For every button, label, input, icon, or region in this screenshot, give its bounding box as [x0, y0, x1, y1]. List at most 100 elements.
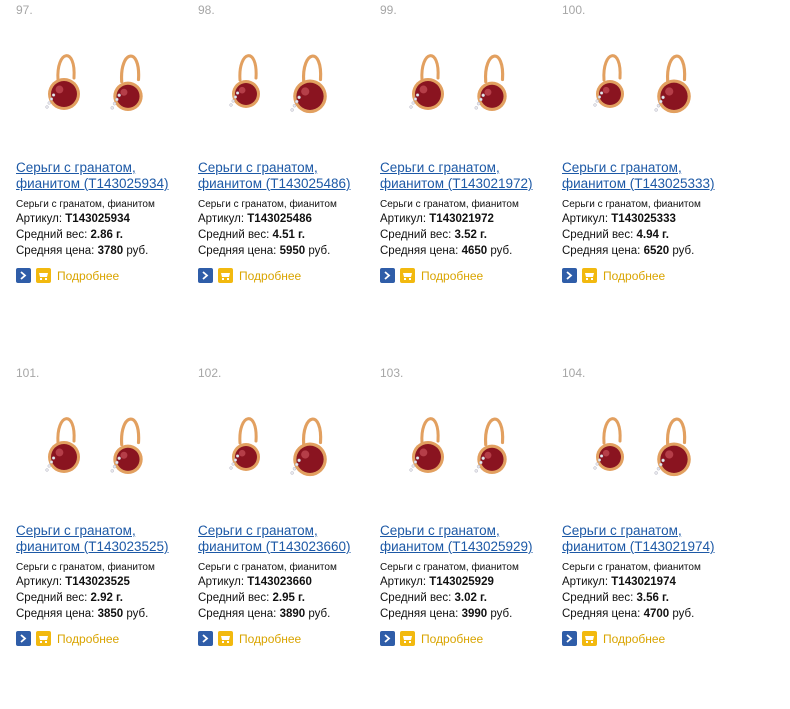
- weight-value: 2.86 г.: [90, 229, 123, 241]
- product-number: 101.: [16, 366, 40, 380]
- price-unit: руб.: [308, 608, 331, 620]
- weight-value: 3.52 г.: [454, 229, 487, 241]
- price-value: 6520: [643, 245, 670, 257]
- article-row: Артикул: Т143021974: [562, 574, 744, 590]
- more-link[interactable]: Подробнее: [239, 632, 301, 646]
- product-actions: Подробнее: [562, 631, 744, 646]
- product-actions: Подробнее: [198, 631, 380, 646]
- cart-icon[interactable]: [218, 268, 233, 283]
- product-actions: Подробнее: [16, 268, 198, 283]
- product-number: 98.: [198, 3, 215, 17]
- weight-label: Средний вес:: [16, 229, 88, 241]
- price-label: Средняя цена:: [198, 608, 277, 620]
- product-number: 104.: [562, 366, 586, 380]
- article-value: Т143023525: [65, 576, 130, 588]
- earring-photo: [229, 54, 327, 114]
- product-actions: Подробнее: [562, 268, 744, 283]
- weight-row: Средний вес: 2.92 г.: [16, 590, 198, 606]
- arrow-right-icon[interactable]: [562, 268, 577, 283]
- price-value: 4700: [643, 608, 670, 620]
- product-grid: 97. Серьги с гранатом, фианитом (Т143025…: [16, 3, 744, 709]
- earring-photo: [593, 417, 691, 477]
- product-photo[interactable]: [198, 381, 358, 521]
- product-subtitle: Серьги с гранатом, фианитом: [562, 199, 701, 210]
- product-photo[interactable]: [562, 18, 722, 158]
- product-card: 98. Серьги с гранатом, фианитом (Т143025…: [198, 3, 380, 366]
- price-row: Средняя цена: 5950 руб.: [198, 243, 380, 259]
- cart-icon[interactable]: [582, 268, 597, 283]
- weight-row: Средний вес: 3.52 г.: [380, 227, 562, 243]
- more-link[interactable]: Подробнее: [57, 269, 119, 283]
- arrow-right-icon[interactable]: [16, 631, 31, 646]
- weight-value: 3.02 г.: [454, 592, 487, 604]
- weight-value: 4.51 г.: [272, 229, 305, 241]
- product-photo[interactable]: [562, 381, 722, 521]
- more-link[interactable]: Подробнее: [603, 269, 665, 283]
- price-unit: руб.: [490, 608, 513, 620]
- article-label: Артикул:: [198, 576, 245, 588]
- product-subtitle: Серьги с гранатом, фианитом: [562, 562, 701, 573]
- arrow-right-icon[interactable]: [198, 268, 213, 283]
- more-link[interactable]: Подробнее: [239, 269, 301, 283]
- product-photo[interactable]: [198, 18, 358, 158]
- article-row: Артикул: Т143023660: [198, 574, 380, 590]
- product-title-link[interactable]: Серьги с гранатом, фианитом (Т143025333): [562, 160, 742, 192]
- product-title-link[interactable]: Серьги с гранатом, фианитом (Т143025934): [16, 160, 196, 192]
- weight-label: Средний вес:: [562, 592, 634, 604]
- product-card: 99. Серьги с гранатом, фианитом (Т143021…: [380, 3, 562, 366]
- weight-label: Средний вес:: [16, 592, 88, 604]
- product-title-link[interactable]: Серьги с гранатом, фианитом (Т143023660): [198, 523, 378, 555]
- product-title-link[interactable]: Серьги с гранатом, фианитом (Т143021972): [380, 160, 560, 192]
- product-title-link[interactable]: Серьги с гранатом, фианитом (Т143025486): [198, 160, 378, 192]
- article-value: Т143023660: [247, 576, 312, 588]
- more-link[interactable]: Подробнее: [421, 269, 483, 283]
- cart-icon[interactable]: [582, 631, 597, 646]
- article-row: Артикул: Т143025934: [16, 211, 198, 227]
- article-label: Артикул:: [16, 213, 63, 225]
- arrow-right-icon[interactable]: [380, 631, 395, 646]
- more-link[interactable]: Подробнее: [57, 632, 119, 646]
- product-title-link[interactable]: Серьги с гранатом, фианитом (Т143025929): [380, 523, 560, 555]
- product-photo[interactable]: [16, 381, 176, 521]
- price-row: Средняя цена: 3990 руб.: [380, 606, 562, 622]
- price-row: Средняя цена: 4650 руб.: [380, 243, 562, 259]
- arrow-right-icon[interactable]: [16, 268, 31, 283]
- price-label: Средняя цена:: [562, 608, 641, 620]
- weight-label: Средний вес:: [562, 229, 634, 241]
- weight-value: 2.95 г.: [272, 592, 305, 604]
- article-label: Артикул:: [16, 576, 63, 588]
- article-label: Артикул:: [562, 576, 609, 588]
- product-photo[interactable]: [380, 381, 540, 521]
- earring-photo: [45, 54, 143, 111]
- weight-value: 3.56 г.: [636, 592, 669, 604]
- arrow-right-icon[interactable]: [198, 631, 213, 646]
- price-label: Средняя цена:: [198, 245, 277, 257]
- weight-row: Средний вес: 2.95 г.: [198, 590, 380, 606]
- cart-icon[interactable]: [36, 631, 51, 646]
- product-photo[interactable]: [380, 18, 540, 158]
- price-row: Средняя цена: 6520 руб.: [562, 243, 744, 259]
- cart-icon[interactable]: [400, 268, 415, 283]
- article-value: Т143025934: [65, 213, 130, 225]
- product-title-link[interactable]: Серьги с гранатом, фианитом (Т143021974): [562, 523, 742, 555]
- product-number: 100.: [562, 3, 586, 17]
- cart-icon[interactable]: [400, 631, 415, 646]
- product-subtitle: Серьги с гранатом, фианитом: [16, 199, 155, 210]
- price-label: Средняя цена:: [562, 245, 641, 257]
- product-actions: Подробнее: [16, 631, 198, 646]
- cart-icon[interactable]: [36, 268, 51, 283]
- product-photo[interactable]: [16, 18, 176, 158]
- price-value: 3990: [461, 608, 488, 620]
- product-card: 101. Серьги с гранатом, фианитом (Т14302…: [16, 366, 198, 709]
- cart-icon[interactable]: [218, 631, 233, 646]
- more-link[interactable]: Подробнее: [421, 632, 483, 646]
- more-link[interactable]: Подробнее: [603, 632, 665, 646]
- product-title-link[interactable]: Серьги с гранатом, фианитом (Т143023525): [16, 523, 196, 555]
- earring-photo: [409, 54, 507, 111]
- arrow-right-icon[interactable]: [562, 631, 577, 646]
- product-actions: Подробнее: [198, 268, 380, 283]
- price-row: Средняя цена: 3850 руб.: [16, 606, 198, 622]
- arrow-right-icon[interactable]: [380, 268, 395, 283]
- article-value: Т143021974: [611, 576, 676, 588]
- product-number: 99.: [380, 3, 397, 17]
